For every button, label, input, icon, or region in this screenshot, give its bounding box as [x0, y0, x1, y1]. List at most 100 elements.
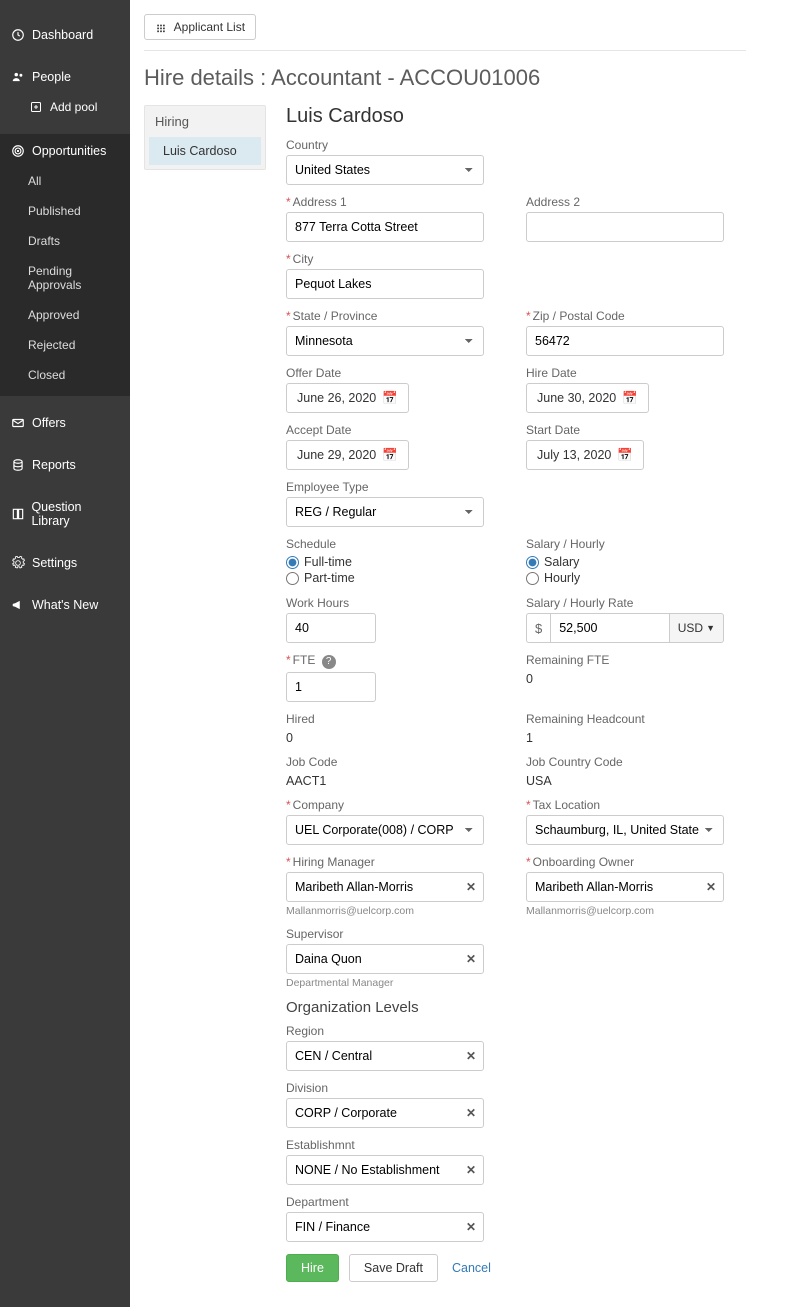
- envelope-icon: [10, 416, 26, 430]
- schedule-fulltime-radio[interactable]: [286, 556, 299, 569]
- establishment-label: Establishmnt: [286, 1138, 746, 1152]
- establishment-input[interactable]: [286, 1155, 484, 1185]
- city-input[interactable]: [286, 269, 484, 299]
- hired-label: Hired: [286, 712, 506, 726]
- start-date-input[interactable]: July 13, 2020📅: [526, 440, 644, 470]
- hiring-panel: Hiring Luis Cardoso: [144, 105, 266, 170]
- address1-label: *Address 1: [286, 195, 506, 209]
- nav-offers[interactable]: Offers: [0, 408, 130, 438]
- country-select[interactable]: United States: [286, 155, 484, 185]
- nav-add-pool[interactable]: Add pool: [0, 92, 130, 122]
- nav-dashboard[interactable]: Dashboard: [0, 20, 130, 50]
- main-content: Applicant List Hire details : Accountant…: [130, 0, 791, 1307]
- hiring-panel-header: Hiring: [145, 106, 265, 137]
- hourly-radio[interactable]: [526, 572, 539, 585]
- onboarding-owner-input[interactable]: [526, 872, 724, 902]
- clear-icon[interactable]: ✕: [706, 880, 716, 894]
- nav-question-library[interactable]: Question Library: [0, 492, 130, 536]
- salary-radio[interactable]: [526, 556, 539, 569]
- nav-whats-new[interactable]: What's New: [0, 590, 130, 620]
- nav-opp-pending[interactable]: Pending Approvals: [0, 256, 130, 300]
- org-levels-heading: Organization Levels: [286, 999, 746, 1016]
- department-label: Department: [286, 1195, 746, 1209]
- offer-date-input[interactable]: June 26, 2020📅: [286, 383, 409, 413]
- clear-icon[interactable]: ✕: [466, 1106, 476, 1120]
- hiring-manager-input[interactable]: [286, 872, 484, 902]
- applicant-list-label: Applicant List: [174, 20, 245, 34]
- onboarding-owner-label: *Onboarding Owner: [526, 855, 746, 869]
- nav-settings-label: Settings: [32, 556, 77, 570]
- help-icon[interactable]: ?: [322, 655, 336, 669]
- megaphone-icon: [10, 598, 26, 612]
- division-label: Division: [286, 1081, 746, 1095]
- currency-dropdown[interactable]: USD▼: [670, 613, 724, 643]
- hire-button[interactable]: Hire: [286, 1254, 339, 1282]
- schedule-label: Schedule: [286, 537, 506, 551]
- onboarding-owner-email: Mallanmorris@uelcorp.com: [526, 905, 746, 917]
- hire-date-label: Hire Date: [526, 366, 746, 380]
- accept-date-label: Accept Date: [286, 423, 506, 437]
- remaining-fte-label: Remaining FTE: [526, 653, 746, 667]
- clear-icon[interactable]: ✕: [466, 1220, 476, 1234]
- address2-input[interactable]: [526, 212, 724, 242]
- region-input[interactable]: [286, 1041, 484, 1071]
- remaining-headcount-value: 1: [526, 729, 746, 745]
- nav-people[interactable]: People: [0, 62, 130, 92]
- nav-opportunities-label: Opportunities: [32, 144, 106, 158]
- clock-icon: [10, 28, 26, 42]
- supervisor-role: Departmental Manager: [286, 977, 746, 989]
- supervisor-input[interactable]: [286, 944, 484, 974]
- nav-opp-rejected[interactable]: Rejected: [0, 330, 130, 360]
- calendar-icon: 📅: [617, 448, 633, 463]
- nav-add-pool-label: Add pool: [50, 100, 97, 114]
- nav-opportunities-group: Opportunities All Published Drafts Pendi…: [0, 134, 130, 396]
- nav-opportunities[interactable]: Opportunities: [0, 136, 130, 166]
- clear-icon[interactable]: ✕: [466, 1049, 476, 1063]
- address1-input[interactable]: [286, 212, 484, 242]
- fte-input[interactable]: [286, 672, 376, 702]
- job-country-code-value: USA: [526, 772, 746, 788]
- gear-icon: [10, 556, 26, 570]
- work-hours-input[interactable]: [286, 613, 376, 643]
- target-icon: [10, 144, 26, 158]
- applicant-list-button[interactable]: Applicant List: [144, 14, 256, 40]
- clear-icon[interactable]: ✕: [466, 880, 476, 894]
- fte-label: *FTE ?: [286, 653, 506, 669]
- state-label: *State / Province: [286, 309, 506, 323]
- accept-date-input[interactable]: June 29, 2020📅: [286, 440, 409, 470]
- nav-opp-approved[interactable]: Approved: [0, 300, 130, 330]
- clear-icon[interactable]: ✕: [466, 952, 476, 966]
- nav-opp-published[interactable]: Published: [0, 196, 130, 226]
- company-select[interactable]: UEL Corporate(008) / CORP: [286, 815, 484, 845]
- hiring-manager-email: Mallanmorris@uelcorp.com: [286, 905, 506, 917]
- calendar-icon: 📅: [622, 391, 638, 406]
- zip-input[interactable]: [526, 326, 724, 356]
- tax-location-select[interactable]: Schaumburg, IL, United States (Chicago,: [526, 815, 724, 845]
- save-draft-button[interactable]: Save Draft: [349, 1254, 438, 1282]
- employee-type-label: Employee Type: [286, 480, 746, 494]
- address2-label: Address 2: [526, 195, 746, 209]
- hired-value: 0: [286, 729, 506, 745]
- work-hours-label: Work Hours: [286, 596, 506, 610]
- calendar-icon: 📅: [382, 391, 398, 406]
- people-icon: [10, 70, 26, 84]
- book-icon: [10, 507, 25, 521]
- nav-reports-label: Reports: [32, 458, 76, 472]
- schedule-parttime-radio[interactable]: [286, 572, 299, 585]
- nav-reports[interactable]: Reports: [0, 450, 130, 480]
- salary-rate-input[interactable]: [550, 613, 670, 643]
- division-input[interactable]: [286, 1098, 484, 1128]
- tax-location-label: *Tax Location: [526, 798, 746, 812]
- cancel-button[interactable]: Cancel: [448, 1255, 495, 1281]
- nav-opp-drafts[interactable]: Drafts: [0, 226, 130, 256]
- nav-settings[interactable]: Settings: [0, 548, 130, 578]
- hire-date-input[interactable]: June 30, 2020📅: [526, 383, 649, 413]
- nav-opp-all[interactable]: All: [0, 166, 130, 196]
- nav-opp-closed[interactable]: Closed: [0, 360, 130, 390]
- job-code-label: Job Code: [286, 755, 506, 769]
- state-select[interactable]: Minnesota: [286, 326, 484, 356]
- employee-type-select[interactable]: REG / Regular: [286, 497, 484, 527]
- clear-icon[interactable]: ✕: [466, 1163, 476, 1177]
- hiring-panel-selected[interactable]: Luis Cardoso: [149, 137, 261, 165]
- department-input[interactable]: [286, 1212, 484, 1242]
